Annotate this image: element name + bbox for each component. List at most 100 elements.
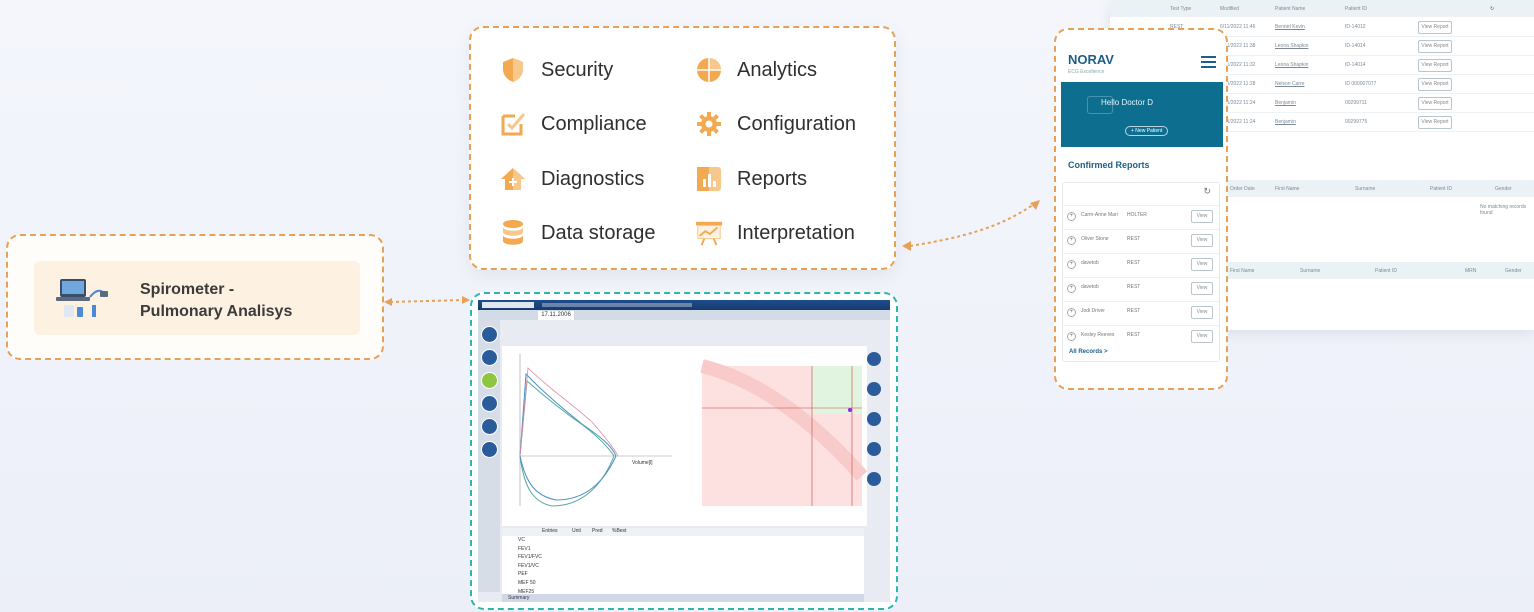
report-type: REST — [1127, 260, 1141, 266]
expand-icon[interactable]: + — [1067, 236, 1076, 245]
user-icon[interactable] — [867, 382, 881, 396]
results-header: Entries Unit Pred %Best — [502, 528, 864, 536]
view-button[interactable]: View — [1191, 210, 1213, 223]
flow-volume-graph: Volume[l] — [519, 354, 868, 507]
report-type: REST — [1127, 332, 1141, 338]
feature-label: Data storage — [541, 221, 656, 244]
view-button[interactable]: View — [1191, 330, 1213, 343]
header-cell: Entries — [542, 528, 558, 534]
header-cell: Surname — [1355, 186, 1376, 192]
feature-data-storage: Data storage — [499, 219, 656, 247]
view-button[interactable]: View — [1191, 282, 1213, 295]
list-item[interactable]: + Carm-Anne Mari HOLTER View — [1063, 205, 1219, 228]
patient-link[interactable]: Leona Shapkin — [1275, 43, 1308, 49]
summary-bar[interactable]: Summary — [502, 594, 864, 602]
header-cell — [502, 528, 542, 536]
features-card: Security Analytics Compliance Configurat… — [469, 26, 896, 270]
pdf-icon[interactable] — [867, 442, 881, 456]
header-cell: Gender — [1505, 268, 1522, 274]
header-cell: Gender — [1495, 186, 1512, 192]
right-toolbar — [864, 348, 886, 518]
graph-panel: Volume[l] — [502, 346, 868, 526]
spirometer-device-icon — [56, 279, 108, 317]
tool-button-icon[interactable] — [481, 326, 498, 343]
greeting-text: Hello Doctor D — [1101, 98, 1154, 107]
expand-icon[interactable]: + — [1067, 284, 1076, 293]
toolbar-menu[interactable] — [542, 303, 692, 307]
patient-link[interactable]: Benjamin — [1275, 100, 1296, 106]
expand-icon[interactable]: + — [1067, 308, 1076, 317]
cell: ID 000007077 — [1345, 81, 1377, 87]
feature-diagnostics: Diagnostics — [499, 165, 644, 193]
view-report-button[interactable]: View Report — [1418, 59, 1452, 72]
confirmed-reports-title: Confirmed Reports — [1068, 160, 1150, 170]
expand-icon[interactable]: + — [1067, 212, 1076, 221]
tool-button-icon[interactable] — [481, 349, 498, 366]
save-icon[interactable] — [867, 412, 881, 426]
patient-name: davetob — [1081, 260, 1099, 266]
spirometer-subtitle: Pulmonary Analisys — [140, 303, 293, 320]
view-report-button[interactable]: View Report — [1418, 78, 1452, 91]
tool-button-icon[interactable] — [481, 395, 498, 412]
report-type: REST — [1127, 284, 1141, 290]
date-tab[interactable]: 17.11.2006 — [538, 311, 574, 320]
list-item[interactable]: + Jodi Driver REST View — [1063, 301, 1219, 324]
header-cell: Patient ID — [1345, 6, 1367, 12]
list-item[interactable]: + davetob REST View — [1063, 253, 1219, 276]
expand-icon[interactable]: + — [1067, 260, 1076, 269]
view-button[interactable]: View — [1191, 234, 1213, 247]
feature-label: Analytics — [737, 58, 818, 81]
new-patient-button[interactable]: + New Patient — [1125, 126, 1169, 136]
tool-button-icon[interactable] — [481, 372, 498, 389]
tool-button-icon[interactable] — [481, 441, 498, 458]
patient-link[interactable]: Nelson Carre — [1275, 81, 1304, 87]
print-icon[interactable] — [867, 472, 881, 486]
header-cell: Patient ID — [1430, 186, 1452, 192]
refresh-icon[interactable]: ↻ — [1490, 6, 1494, 12]
view-report-button[interactable]: View Report — [1418, 97, 1452, 110]
no-records-text: No matching records found — [1480, 204, 1527, 216]
pie-chart-icon — [695, 56, 723, 84]
feature-label: Diagnostics — [541, 167, 645, 190]
patient-link[interactable]: Leona Shapkin — [1275, 62, 1308, 68]
view-report-button[interactable]: View Report — [1418, 116, 1452, 129]
feature-label: Interpretation — [737, 221, 855, 244]
patient-link[interactable]: Benjamin — [1275, 119, 1296, 125]
list-item[interactable]: + Oliver Stone REST View — [1063, 229, 1219, 252]
table-row: FEV1/FVC — [518, 554, 542, 561]
cell: ID-14012 — [1345, 24, 1366, 30]
patient-link[interactable]: Bennet Kevin — [1275, 24, 1305, 30]
play-icon[interactable] — [867, 352, 881, 366]
left-toolbar — [478, 320, 500, 592]
shield-icon — [499, 56, 527, 84]
view-button[interactable]: View — [1191, 306, 1213, 319]
spirometer-title: Spirometer - — [140, 281, 235, 298]
refresh-icon[interactable]: ↻ — [1203, 186, 1211, 197]
list-item[interactable]: + Kesley Reeves REST View — [1063, 325, 1219, 348]
welcome-banner: Hello Doctor D + New Patient — [1061, 82, 1223, 147]
toolbar-dropdown[interactable] — [482, 302, 534, 308]
feature-label: Compliance — [541, 112, 647, 135]
cell: ID-14014 — [1345, 43, 1366, 49]
header-cell: Test Type — [1170, 6, 1192, 12]
view-report-button[interactable]: View Report — [1418, 21, 1452, 34]
list-item[interactable]: + davetob REST View — [1063, 277, 1219, 300]
header-cell: Modified — [1220, 6, 1239, 12]
patient-name: davetob — [1081, 284, 1099, 290]
software-tabbar: 17.11.2006 — [478, 310, 890, 320]
all-records-link[interactable]: All Records > — [1069, 349, 1108, 355]
header-cell: First Name — [1230, 268, 1255, 274]
header-cell: Order Date — [1230, 186, 1255, 192]
tool-button-icon[interactable] — [481, 418, 498, 435]
feature-label: Security — [541, 58, 614, 81]
expand-icon[interactable]: + — [1067, 332, 1076, 341]
header-cell: Pred — [592, 528, 603, 534]
table-row: PEF — [518, 571, 528, 578]
view-button[interactable]: View — [1191, 258, 1213, 271]
header-cell: MRN — [1465, 268, 1477, 274]
database-icon — [499, 219, 527, 247]
confirmed-reports-list: ↻ + Carm-Anne Mari HOLTER View + Oliver … — [1062, 182, 1220, 362]
hamburger-menu-icon[interactable] — [1201, 56, 1216, 68]
feature-label: Reports — [737, 167, 808, 190]
view-report-button[interactable]: View Report — [1418, 40, 1452, 53]
